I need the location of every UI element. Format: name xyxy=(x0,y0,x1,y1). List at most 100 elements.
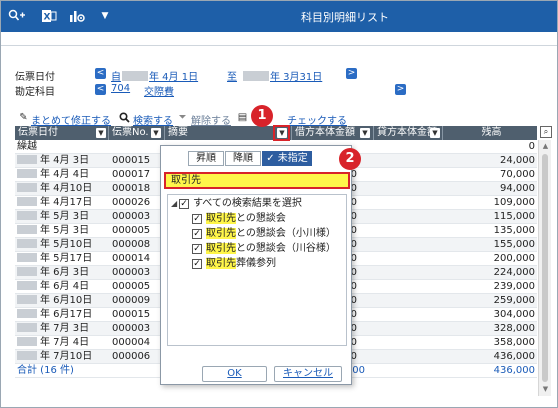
row-date: 年 4月17日 xyxy=(17,196,109,210)
row-voucher-no: 000009 xyxy=(112,295,151,306)
row-date: 年 5月 3日 xyxy=(17,210,109,224)
row-balance: 155,000 xyxy=(493,239,535,250)
callout-badge-1: 1 xyxy=(251,105,273,127)
row-balance: 259,000 xyxy=(493,295,535,306)
scroll-thumb[interactable] xyxy=(542,154,548,382)
scroll-down-icon[interactable]: ▼ xyxy=(541,385,550,394)
checkbox-checked-icon[interactable]: ✓ xyxy=(192,259,202,269)
row-voucher-no: 000005 xyxy=(112,281,151,292)
svg-text:X: X xyxy=(44,13,51,23)
row-balance: 109,000 xyxy=(493,197,535,208)
total-balance: 436,000 xyxy=(493,365,535,376)
bulk-edit-link[interactable]: まとめて修正する xyxy=(31,112,111,127)
row-voucher-no: 000005 xyxy=(112,225,151,236)
date-prev-button[interactable]: < xyxy=(95,68,106,79)
title-bar: X ▼ 科目別明細リスト xyxy=(1,1,557,32)
account-code-link[interactable]: 704 xyxy=(111,83,130,94)
row-balance: 200,000 xyxy=(493,253,535,264)
chevron-down-icon[interactable]: ▼ xyxy=(151,128,161,138)
excel-icon[interactable]: X xyxy=(39,7,59,25)
account-name-link[interactable]: 交際費 xyxy=(144,83,174,98)
row-date: 年 6月 3日 xyxy=(17,266,109,280)
row-balance: 70,000 xyxy=(500,169,535,180)
chevron-down-icon[interactable]: ▼ xyxy=(430,128,440,138)
row-date: 年 5月17日 xyxy=(17,252,109,266)
clear-link[interactable]: 解除する xyxy=(191,112,231,127)
date-to-link[interactable]: 至年 3月31日 xyxy=(227,68,322,83)
date-from-link[interactable]: 自年 4月 1日 xyxy=(111,68,198,83)
row-balance: 0 xyxy=(528,141,535,152)
row-date: 年 4月 4日 xyxy=(17,168,109,182)
header-voucher-no[interactable]: 伝票No. ▼ xyxy=(109,126,165,140)
checkbox-checked-icon[interactable]: ✓ xyxy=(192,244,202,254)
row-voucher-no: 000015 xyxy=(112,155,151,166)
grid-toolbar: ✎ まとめて修正する 検索する ⏷ 解除する ▤ チェックする xyxy=(1,110,557,127)
row-voucher-no: 000006 xyxy=(112,351,151,362)
row-voucher-no: 000003 xyxy=(112,211,151,222)
checkbox-checked-icon[interactable]: ✓ xyxy=(192,229,202,239)
row-voucher-no: 000004 xyxy=(112,337,151,348)
check-link[interactable]: チェックする xyxy=(287,112,347,127)
row-voucher-no: 000003 xyxy=(112,323,151,334)
grid-scrollbar[interactable]: ▲ ▼ xyxy=(538,140,551,396)
search-icon xyxy=(119,112,130,123)
header-balance[interactable]: 残高 xyxy=(443,126,537,140)
check-list-icon: ▤ xyxy=(237,112,248,123)
filter-search-input[interactable]: 取引先 xyxy=(164,172,350,189)
row-balance: 358,000 xyxy=(493,337,535,348)
row-date: 年 4月10日 xyxy=(17,182,109,196)
chart-settings-icon[interactable] xyxy=(67,7,87,25)
row-date: 年 7月 3日 xyxy=(17,322,109,336)
sort-desc-button[interactable]: 降順 xyxy=(225,151,261,166)
row-balance: 304,000 xyxy=(493,309,535,320)
row-date: 年 4月 3日 xyxy=(17,154,109,168)
ok-button[interactable]: OK xyxy=(202,366,267,382)
menu-dropdown-icon[interactable]: ▼ xyxy=(95,7,115,25)
row-voucher-no: 000008 xyxy=(112,239,151,250)
row-balance: 115,000 xyxy=(493,211,535,222)
chevron-down-icon[interactable]: ▼ xyxy=(96,128,106,138)
scroll-up-icon[interactable]: ▲ xyxy=(541,142,550,151)
search-add-icon[interactable] xyxy=(7,7,27,25)
row-balance: 94,000 xyxy=(500,183,535,194)
summary-filter-popup: 昇順 降順 ✓ 未指定 取引先 ◢ ✓ すべての検索結果を選択 ✓ 取引先との懇談… xyxy=(160,145,352,385)
header-credit[interactable]: 貸方本体金額 ▼ xyxy=(374,126,443,140)
chevron-down-icon[interactable]: ▼ xyxy=(360,128,370,138)
header-date[interactable]: 伝票日付 ▼ xyxy=(15,126,109,140)
row-balance: 328,000 xyxy=(493,323,535,334)
header-debit[interactable]: 借方本体金額 ▼ xyxy=(292,126,374,140)
sort-none-button[interactable]: ✓ 未指定 xyxy=(262,151,312,166)
title-strip xyxy=(1,32,557,46)
row-balance: 135,000 xyxy=(493,225,535,236)
pencil-icon: ✎ xyxy=(19,112,28,123)
row-date: 年 7月10日 xyxy=(17,350,109,364)
checkbox-checked-icon[interactable]: ✓ xyxy=(192,214,202,224)
row-date: 繰越 xyxy=(17,141,37,152)
total-label: 合計 (16 件) xyxy=(17,365,74,376)
sort-asc-button[interactable]: 昇順 xyxy=(188,151,224,166)
account-filter-label: 勘定科目 xyxy=(15,87,55,98)
row-date: 年 6月17日 xyxy=(17,308,109,322)
grid-search-icon[interactable]: ⌕ xyxy=(540,126,552,138)
row-date: 年 6月 4日 xyxy=(17,280,109,294)
row-date: 年 5月10日 xyxy=(17,238,109,252)
row-balance: 239,000 xyxy=(493,281,535,292)
cancel-button[interactable]: キャンセル xyxy=(274,366,342,382)
row-balance: 224,000 xyxy=(493,267,535,278)
row-voucher-no xyxy=(112,140,166,154)
window-title: 科目別明細リスト xyxy=(301,11,389,24)
row-voucher-no: 000018 xyxy=(112,183,151,194)
search-link[interactable]: 検索する xyxy=(133,112,173,127)
collapse-icon[interactable]: ◢ xyxy=(171,199,177,208)
filter-clear-icon: ⏷ xyxy=(178,112,187,123)
row-voucher-no: 000017 xyxy=(112,169,151,180)
date-next-button[interactable]: > xyxy=(346,68,357,79)
row-date: 年 5月 3日 xyxy=(17,224,109,238)
row-balance: 24,000 xyxy=(500,155,535,166)
row-voucher-no: 000003 xyxy=(112,267,151,278)
row-date: 年 7月 4日 xyxy=(17,336,109,350)
account-next-button[interactable]: > xyxy=(395,84,406,95)
account-prev-button[interactable]: < xyxy=(95,84,106,95)
checkbox-checked-icon[interactable]: ✓ xyxy=(179,199,189,209)
row-date: 年 6月10日 xyxy=(17,294,109,308)
